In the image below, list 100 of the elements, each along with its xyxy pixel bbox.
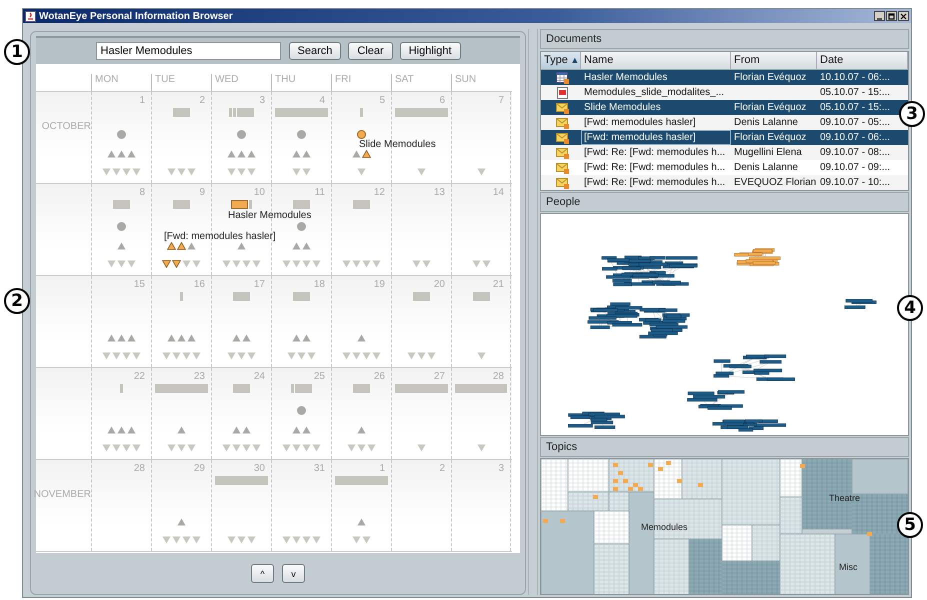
triangle-up-marker[interactable]	[232, 426, 241, 434]
triangle-down-marker[interactable]	[237, 352, 246, 360]
triangle-up-marker[interactable]	[187, 334, 196, 342]
column-header[interactable]: Type ▲	[541, 52, 581, 69]
triangle-up-marker[interactable]	[127, 334, 136, 342]
triangle-up-marker[interactable]	[292, 426, 301, 434]
triangle-down-marker[interactable]	[417, 352, 426, 360]
triangle-down-marker[interactable]	[237, 536, 246, 544]
triangle-down-marker[interactable]	[237, 168, 246, 176]
scroll-button[interactable]: v	[282, 564, 306, 583]
triangle-down-marker[interactable]	[177, 168, 186, 176]
triangle-down-marker[interactable]	[252, 444, 261, 452]
triangle-down-marker[interactable]	[172, 352, 181, 360]
triangle-up-marker[interactable]	[242, 426, 251, 434]
table-row[interactable]: [Fwd: memodules hasler] Denis Lalanne 09.10.07 - 05:...	[541, 115, 908, 130]
triangle-down-marker[interactable]	[102, 444, 111, 452]
triangle-up-marker[interactable]	[302, 334, 311, 342]
triangle-down-marker[interactable]	[476, 444, 486, 452]
triangle-up-marker[interactable]	[167, 242, 176, 250]
triangle-down-marker[interactable]	[282, 444, 291, 452]
triangle-down-marker[interactable]	[182, 260, 191, 268]
triangle-up-marker[interactable]	[352, 150, 361, 158]
triangle-up-marker[interactable]	[362, 150, 371, 158]
table-row[interactable]: Hasler Memodules Florian Evéquoz 10.10.07 - 06:...	[541, 70, 908, 85]
triangle-up-marker[interactable]	[357, 518, 366, 526]
triangle-down-marker[interactable]	[227, 536, 236, 544]
triangle-down-marker[interactable]	[292, 536, 301, 544]
triangle-down-marker[interactable]	[312, 536, 321, 544]
triangle-down-marker[interactable]	[232, 444, 241, 452]
event-span-bar[interactable]	[395, 108, 448, 116]
triangle-down-marker[interactable]	[112, 168, 121, 176]
triangle-down-marker[interactable]	[282, 536, 291, 544]
triangle-down-marker[interactable]	[192, 536, 201, 544]
triangle-down-marker[interactable]	[362, 260, 371, 268]
triangle-down-marker[interactable]	[422, 260, 431, 268]
event-dot[interactable]	[297, 222, 306, 230]
close-icon[interactable]	[898, 11, 909, 21]
minimize-icon[interactable]	[874, 11, 885, 21]
triangle-down-marker[interactable]	[482, 260, 490, 268]
triangle-down-marker[interactable]	[312, 444, 321, 452]
triangle-down-marker[interactable]	[302, 260, 311, 268]
table-row[interactable]: [Fwd: Re: [Fwd: memodules h... Denis Lalanne 09.10.07 - 09:...	[541, 160, 908, 175]
column-header[interactable]: From	[731, 52, 817, 69]
triangle-down-marker[interactable]	[417, 444, 426, 452]
triangle-down-marker[interactable]	[122, 444, 131, 452]
table-row[interactable]: Memodules_slide_modalites_... 05.10.07 - 15:...	[541, 85, 908, 100]
event-dot[interactable]	[117, 222, 126, 230]
triangle-down-marker[interactable]	[182, 536, 191, 544]
triangle-up-marker[interactable]	[292, 150, 301, 158]
triangle-up-marker[interactable]	[127, 150, 136, 158]
table-row[interactable]: [Fwd: Re: [Fwd: memodules h... Mugellini Elena 09.10.07 - 08:...	[541, 145, 908, 160]
event-span-bar[interactable]	[395, 384, 448, 392]
triangle-up-marker[interactable]	[117, 150, 126, 158]
splitter-handle[interactable]	[528, 29, 538, 595]
triangle-down-marker[interactable]	[417, 168, 426, 176]
triangle-down-marker[interactable]	[122, 352, 131, 360]
triangle-down-marker[interactable]	[472, 260, 480, 268]
triangle-down-marker[interactable]	[307, 352, 316, 360]
triangle-down-marker[interactable]	[352, 536, 361, 544]
triangle-down-marker[interactable]	[172, 260, 181, 268]
triangle-up-marker[interactable]	[117, 242, 126, 250]
triangle-down-marker[interactable]	[476, 168, 486, 176]
triangle-down-marker[interactable]	[112, 352, 121, 360]
event-tick[interactable]	[233, 108, 236, 116]
scroll-button[interactable]: ^	[251, 564, 274, 583]
triangle-down-marker[interactable]	[127, 260, 136, 268]
event-span-bar[interactable]	[335, 476, 388, 484]
triangle-down-marker[interactable]	[352, 352, 361, 360]
event-dot[interactable]	[297, 406, 306, 414]
search-toolbar-button[interactable]: Search	[288, 42, 342, 60]
triangle-down-marker[interactable]	[122, 168, 131, 176]
triangle-up-marker[interactable]	[237, 242, 246, 250]
column-header[interactable]: Date	[817, 52, 908, 69]
triangle-down-marker[interactable]	[247, 536, 256, 544]
triangle-down-marker[interactable]	[102, 168, 111, 176]
event-span-bar[interactable]	[215, 476, 268, 484]
triangle-down-marker[interactable]	[247, 352, 256, 360]
event-dot[interactable]	[357, 130, 366, 138]
event-tick[interactable]	[229, 108, 232, 116]
triangle-down-marker[interactable]	[292, 260, 301, 268]
search-toolbar-button[interactable]: Highlight	[400, 42, 461, 60]
triangle-up-marker[interactable]	[107, 426, 116, 434]
triangle-down-marker[interactable]	[222, 260, 231, 268]
table-row[interactable]: [Fwd: Re: [Fwd: memodules h... EVEQUOZ Florian 09.10.07 - 10:...	[541, 175, 908, 190]
search-field[interactable]: Hasler Memodules	[96, 42, 281, 60]
triangle-down-marker[interactable]	[132, 352, 141, 360]
triangle-down-marker[interactable]	[367, 444, 376, 452]
maximize-icon[interactable]	[886, 11, 897, 21]
triangle-up-marker[interactable]	[117, 426, 126, 434]
triangle-down-marker[interactable]	[182, 352, 191, 360]
triangle-down-marker[interactable]	[362, 352, 371, 360]
event-tick[interactable]	[249, 200, 252, 208]
triangle-down-marker[interactable]	[177, 444, 186, 452]
triangle-down-marker[interactable]	[342, 352, 351, 360]
triangle-down-marker[interactable]	[227, 168, 236, 176]
triangle-down-marker[interactable]	[297, 352, 306, 360]
event-dot[interactable]	[117, 130, 126, 138]
triangle-down-marker[interactable]	[162, 260, 171, 268]
triangle-up-marker[interactable]	[107, 150, 116, 158]
triangle-down-marker[interactable]	[407, 352, 416, 360]
